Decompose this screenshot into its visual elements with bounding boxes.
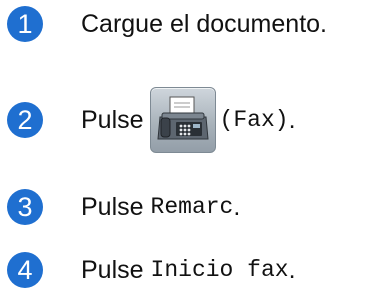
step-number-badge: 2: [7, 102, 43, 138]
fax-start-option-label: Inicio fax: [150, 256, 289, 283]
step-verb: Pulse: [81, 192, 144, 221]
step-number-badge: 4: [7, 252, 43, 288]
step-text: Pulse (Fax) .: [81, 87, 296, 153]
step-punctuation: .: [233, 192, 241, 221]
step-text: Pulse Remarc .: [81, 192, 241, 221]
step-instruction: Cargue el documento.: [81, 9, 327, 38]
step-text: Cargue el documento.: [81, 9, 327, 38]
step-2: 2 Pulse (Fax) .: [0, 87, 296, 153]
step-punctuation: .: [288, 255, 296, 284]
fax-machine-icon: [156, 96, 209, 140]
step-punctuation: .: [288, 105, 296, 134]
step-4: 4 Pulse Inicio fax .: [0, 252, 296, 288]
redial-option-label: Remarc: [150, 193, 234, 220]
fax-button-label: (Fax): [219, 106, 289, 133]
step-number-badge: 1: [7, 6, 43, 42]
step-3: 3 Pulse Remarc .: [0, 189, 240, 225]
step-number-badge: 3: [7, 189, 43, 225]
fax-button[interactable]: [149, 87, 216, 153]
step-verb: Pulse: [81, 255, 144, 284]
step-verb: Pulse: [81, 105, 144, 134]
step-text: Pulse Inicio fax .: [81, 255, 296, 284]
step-1: 1 Cargue el documento.: [0, 6, 327, 42]
